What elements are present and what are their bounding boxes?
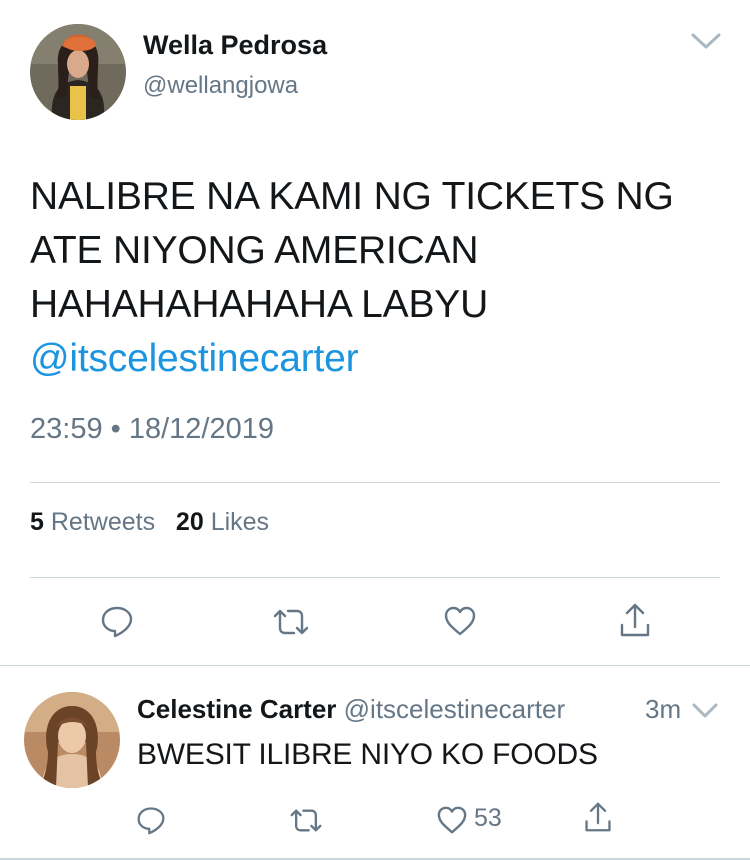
reply-author-name[interactable]: Celestine Carter	[137, 694, 336, 724]
share-icon[interactable]	[583, 800, 613, 834]
retweet-icon[interactable]	[272, 606, 310, 638]
tweet-text-line: ATE NIYONG AMERICAN	[30, 229, 479, 272]
reply-author-handle[interactable]: @itscelestinecarter	[344, 694, 565, 724]
reply-icon[interactable]	[136, 805, 166, 835]
heart-icon[interactable]	[436, 805, 468, 835]
reply-author-avatar[interactable]	[24, 692, 120, 788]
tweet-text: NALIBRE NA KAMI NG TICKETS NG ATE NIYONG…	[30, 170, 720, 386]
thread-divider	[0, 665, 750, 666]
heart-icon[interactable]	[443, 605, 477, 637]
tweet-text-line: HAHAHAHAHAHA LABYU	[30, 283, 489, 326]
retweets-stat[interactable]: 5 Retweets	[30, 508, 155, 536]
tweet-text-line: NALIBRE NA KAMI NG TICKETS NG	[30, 175, 674, 218]
reply-icon[interactable]	[100, 604, 134, 638]
likes-stat[interactable]: 20 Likes	[176, 508, 269, 536]
author-avatar[interactable]	[30, 24, 126, 120]
main-tweet: Wella Pedrosa @wellangjowa NALIBRE NA KA…	[0, 0, 750, 665]
like-count: 20	[175, 508, 204, 536]
chevron-down-icon[interactable]	[690, 698, 720, 722]
like-label: Likes	[210, 508, 270, 536]
tweet-time: 23:59	[30, 413, 103, 445]
tweet-timestamp[interactable]: 23:59 • 18/12/2019	[30, 413, 274, 446]
divider	[30, 577, 720, 578]
reply-like-count: 53	[474, 804, 502, 832]
share-icon[interactable]	[618, 601, 652, 639]
author-name[interactable]: Wella Pedrosa	[143, 30, 327, 61]
reply-author-avatar-image	[24, 692, 120, 788]
tweet-stats: 5 Retweets 20 Likes	[30, 508, 269, 537]
reply-header: Celestine Carter @itscelestinecarter	[137, 694, 565, 725]
retweet-count: 5	[30, 508, 44, 536]
author-handle[interactable]: @wellangjowa	[143, 72, 298, 100]
tweet-date: 18/12/2019	[128, 413, 275, 445]
retweet-icon[interactable]	[289, 806, 323, 835]
reply-text: BWESIT ILIBRE NIYO KO FOODS	[137, 738, 598, 771]
retweet-label: Retweets	[50, 508, 156, 536]
reply-timestamp: 3m	[645, 694, 682, 724]
chevron-down-icon[interactable]	[688, 26, 724, 54]
divider	[30, 482, 720, 483]
author-avatar-image	[30, 24, 126, 120]
timestamp-separator: •	[110, 413, 121, 445]
mention-link[interactable]: @itscelestinecarter	[30, 332, 720, 386]
